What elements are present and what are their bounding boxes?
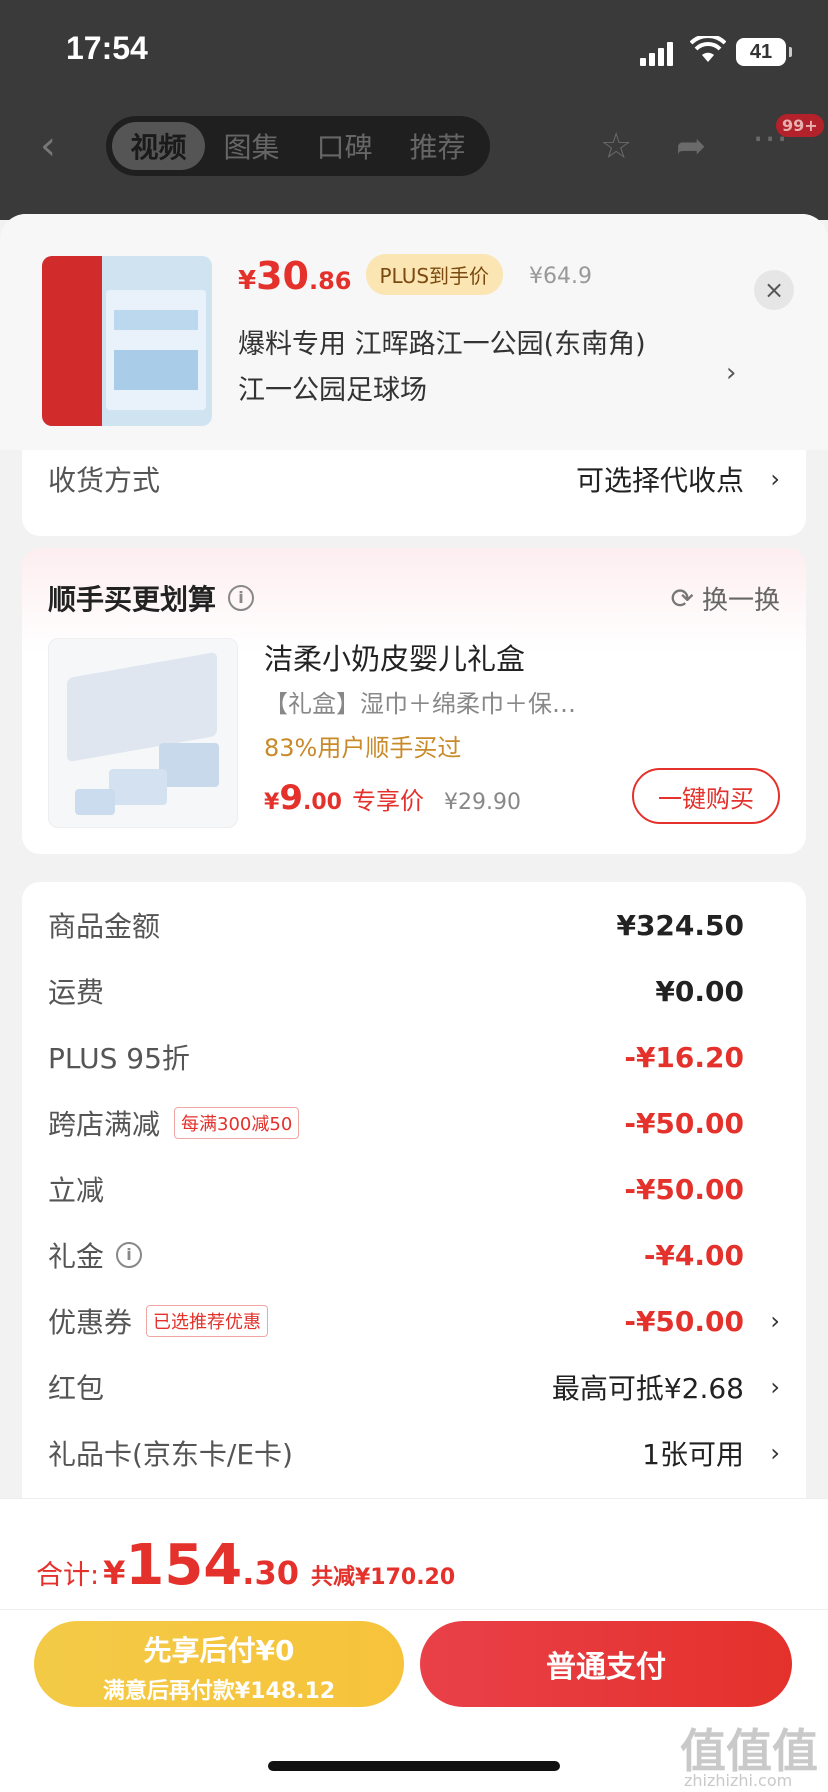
tab-gallery[interactable]: 图集 xyxy=(205,122,298,170)
watermark-url: zhizhizhi.com xyxy=(684,1771,793,1790)
chevron-right-icon[interactable]: › xyxy=(726,358,736,388)
tab-reviews[interactable]: 口碑 xyxy=(298,122,391,170)
wifi-icon xyxy=(690,36,726,62)
star-icon[interactable]: ☆ xyxy=(600,126,632,167)
one-click-buy-button[interactable]: 一键购买 xyxy=(632,768,780,824)
cellular-signal-icon xyxy=(640,42,676,66)
summary-row-shipping: 运费 ¥0.00 xyxy=(48,974,744,1010)
bundle-price: ¥9.00 专享价 ¥29.90 xyxy=(264,778,521,818)
home-indicator xyxy=(268,1761,560,1771)
bundle-product-desc: 【礼盒】湿巾＋绵柔巾＋保… xyxy=(264,690,576,718)
tab-video[interactable]: 视频 xyxy=(112,122,205,170)
bundle-title: 顺手买更划算 i xyxy=(48,578,255,618)
product-price: ¥30.86 xyxy=(238,254,352,298)
swap-button[interactable]: ⟳ 换一换 xyxy=(671,580,780,617)
address-line-2: 江一公园足球场 xyxy=(238,375,427,406)
notification-badge: 99+ xyxy=(776,114,824,137)
delivery-method-card: 收货方式 可选择代收点 › xyxy=(22,450,806,536)
summary-row-instant-discount: 立减 -¥50.00 xyxy=(48,1172,744,1208)
chevron-right-icon: › xyxy=(770,465,780,493)
info-icon[interactable]: i xyxy=(116,1242,143,1268)
checkout-footer: 合计: ¥154.30 共减¥170.20 先享后付¥0 满意后再付款¥148.… xyxy=(0,1498,828,1792)
pay-later-button[interactable]: 先享后付¥0 满意后再付款¥148.12 xyxy=(34,1621,404,1707)
info-icon[interactable]: i xyxy=(228,585,255,611)
media-tabs: 视频 图集 口碑 推荐 xyxy=(106,116,490,176)
bundle-card: 顺手买更划算 i ⟳ 换一换 洁柔小奶皮婴儿礼盒 【礼盒】湿巾＋绵柔巾＋保… 83%… xyxy=(22,548,806,854)
share-icon[interactable]: ➦ xyxy=(676,126,706,167)
product-price-line: ¥30.86 PLUS到手价 ¥64.9 xyxy=(238,254,592,301)
total-saved: 共减¥170.20 xyxy=(310,1565,456,1590)
bundle-purchase-stat: 83%用户顺手买过 xyxy=(264,734,462,762)
chevron-right-icon: › xyxy=(770,1373,780,1401)
summary-row-coupon[interactable]: 优惠券 已选推荐优惠 -¥50.00 › xyxy=(48,1296,780,1346)
delivery-address[interactable]: 爆料专用 江晖路江一公园(东南角) 江一公园足球场 xyxy=(238,322,718,414)
refresh-icon: ⟳ xyxy=(670,582,694,615)
status-bar: 17:54 41 xyxy=(0,0,828,100)
bundle-product-name[interactable]: 洁柔小奶皮婴儿礼盒 xyxy=(264,636,525,678)
summary-row-goods: 商品金额 ¥324.50 xyxy=(48,908,744,944)
close-button[interactable]: × xyxy=(754,270,794,310)
battery-icon: 41 xyxy=(736,38,792,66)
chevron-right-icon: › xyxy=(770,1307,780,1335)
summary-row-cross-store: 跨店满减 每满300减50 -¥50.00 xyxy=(48,1106,744,1142)
order-total: 合计: ¥154.30 共减¥170.20 xyxy=(36,1533,456,1598)
plus-price-badge: PLUS到手价 xyxy=(365,254,504,295)
top-nav-bar: ‹ 视频 图集 口碑 推荐 ☆ ➦ ⋯ xyxy=(0,110,828,182)
summary-row-red-packet[interactable]: 红包 最高可抵¥2.68 › xyxy=(48,1362,780,1412)
bundle-product-image[interactable] xyxy=(48,638,238,828)
address-line-1: 爆料专用 江晖路江一公园(东南角) xyxy=(238,329,646,360)
status-time: 17:54 xyxy=(66,30,148,66)
product-thumbnail xyxy=(42,256,212,426)
coupon-tag: 已选推荐优惠 xyxy=(146,1305,269,1337)
delivery-method-row[interactable]: 收货方式 可选择代收点 › xyxy=(48,454,780,504)
back-icon[interactable]: ‹ xyxy=(40,126,70,166)
normal-pay-button[interactable]: 普通支付 xyxy=(420,1621,792,1707)
promo-tag: 每满300减50 xyxy=(174,1107,300,1139)
tab-recommend[interactable]: 推荐 xyxy=(391,122,484,170)
summary-row-plus: PLUS 95折 -¥16.20 xyxy=(48,1040,744,1076)
summary-row-gift-card[interactable]: 礼品卡(京东卡/E卡) 1张可用 › xyxy=(48,1428,780,1478)
original-price: ¥64.9 xyxy=(529,264,593,289)
product-header: ¥30.86 PLUS到手价 ¥64.9 爆料专用 江晖路江一公园(东南角) 江… xyxy=(0,214,828,450)
summary-row-gift-cash: 礼金 i -¥4.00 xyxy=(48,1238,744,1274)
price-summary-card: 商品金额 ¥324.50 运费 ¥0.00 PLUS 95折 -¥16.20 跨… xyxy=(22,882,806,1582)
chevron-right-icon: › xyxy=(770,1439,780,1467)
